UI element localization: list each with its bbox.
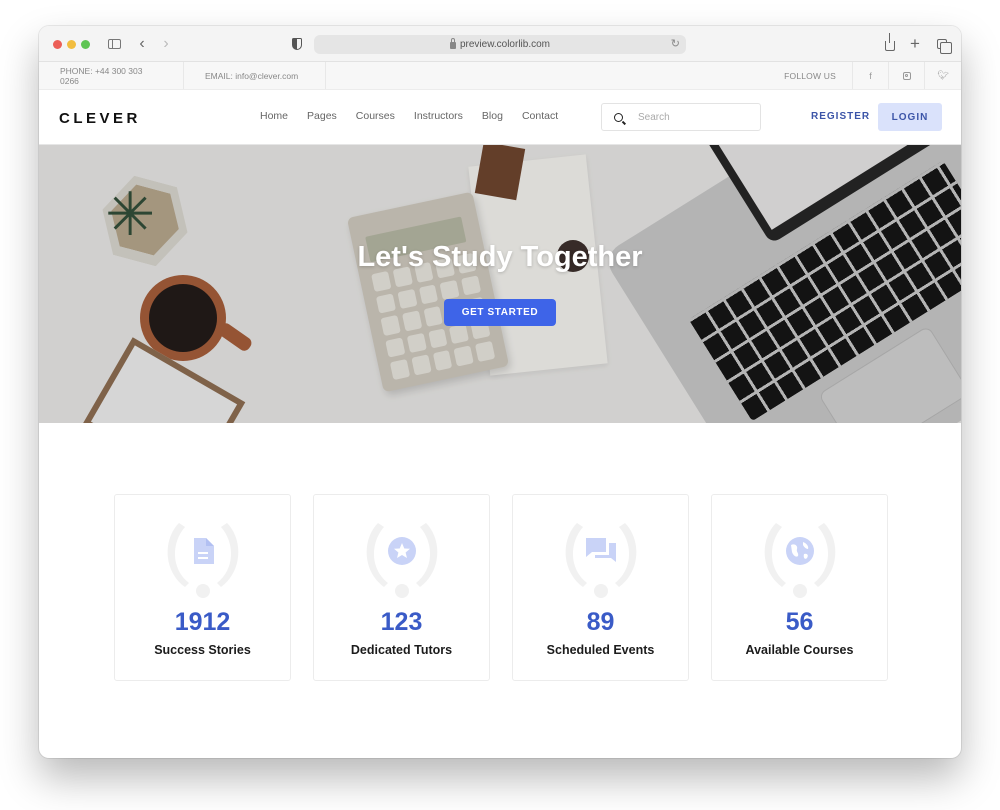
twitter-link[interactable]: 🐦︎ <box>925 62 961 89</box>
url-text: preview.colorlib.com <box>459 39 551 50</box>
stat-label: Dedicated Tutors <box>350 643 453 657</box>
reload-icon[interactable]: ↻ <box>671 37 680 50</box>
hero-banner: ✳ Let's Study Together GET STARTED <box>39 145 961 423</box>
phone-info: PHONE: +44 300 303 0266 <box>39 62 184 89</box>
nav-blog[interactable]: Blog <box>482 110 503 122</box>
instagram-link[interactable] <box>889 62 925 89</box>
share-icon[interactable] <box>884 33 896 53</box>
nav-home[interactable]: Home <box>260 110 288 122</box>
address-bar[interactable]: preview.colorlib.com ↻ <box>314 35 686 54</box>
back-arrow-icon[interactable]: ‹ <box>136 35 148 53</box>
instagram-icon <box>902 71 911 80</box>
minimize-window-button[interactable] <box>67 40 76 49</box>
get-started-button[interactable]: GET STARTED <box>444 299 556 326</box>
document-icon <box>188 536 218 566</box>
privacy-shield-icon[interactable] <box>291 35 303 53</box>
nav-pages[interactable]: Pages <box>307 110 337 122</box>
stat-number: 123 <box>380 608 423 636</box>
twitter-icon: 🐦︎ <box>937 70 949 80</box>
search-input[interactable] <box>638 111 748 123</box>
star-icon <box>387 536 417 566</box>
stat-number: 89 <box>586 608 615 636</box>
tab-overview-icon[interactable] <box>935 35 952 54</box>
forward-arrow-icon[interactable]: › <box>160 35 172 53</box>
stat-card: 56 Available Courses <box>711 494 888 681</box>
close-window-button[interactable] <box>53 40 62 49</box>
stat-card: 123 Dedicated Tutors <box>313 494 490 681</box>
email-info[interactable]: EMAIL: info@clever.com <box>184 62 326 89</box>
nav-instructors[interactable]: Instructors <box>414 110 463 122</box>
lock-icon <box>449 38 456 49</box>
new-tab-icon[interactable]: + <box>909 34 921 53</box>
chat-icon <box>586 536 616 566</box>
stat-label: Success Stories <box>154 643 251 657</box>
facebook-icon: f <box>869 70 872 81</box>
stat-card: 89 Scheduled Events <box>512 494 689 681</box>
stat-label: Available Courses <box>745 643 854 657</box>
browser-toolbar: ‹ › preview.colorlib.com ↻ + <box>39 26 961 62</box>
stat-number: 1912 <box>174 608 231 636</box>
main-navbar: CLEVER Home Pages Courses Instructors Bl… <box>39 90 961 145</box>
globe-icon <box>785 536 815 566</box>
follow-us-label: FOLLOW US <box>768 62 853 89</box>
search-box <box>601 103 761 131</box>
nav-courses[interactable]: Courses <box>356 110 395 122</box>
register-button[interactable]: REGISTER <box>811 111 870 122</box>
hero-title: Let's Study Together <box>357 241 643 273</box>
stat-label: Scheduled Events <box>546 643 655 657</box>
nav-contact[interactable]: Contact <box>522 110 558 122</box>
facebook-link[interactable]: f <box>853 62 889 89</box>
search-icon <box>614 112 623 122</box>
main-nav: Home Pages Courses Instructors Blog Cont… <box>260 110 577 122</box>
stat-number: 56 <box>785 608 814 636</box>
site-logo[interactable]: CLEVER <box>59 110 141 127</box>
stat-card: 1912 Success Stories <box>114 494 291 681</box>
sidebar-toggle-icon[interactable] <box>107 35 121 53</box>
stats-section: 1912 Success Stories 123 Dedicated Tutor… <box>114 494 888 681</box>
maximize-window-button[interactable] <box>81 40 90 49</box>
login-button[interactable]: LOGIN <box>878 103 942 131</box>
top-info-bar: PHONE: +44 300 303 0266 EMAIL: info@clev… <box>39 62 961 90</box>
